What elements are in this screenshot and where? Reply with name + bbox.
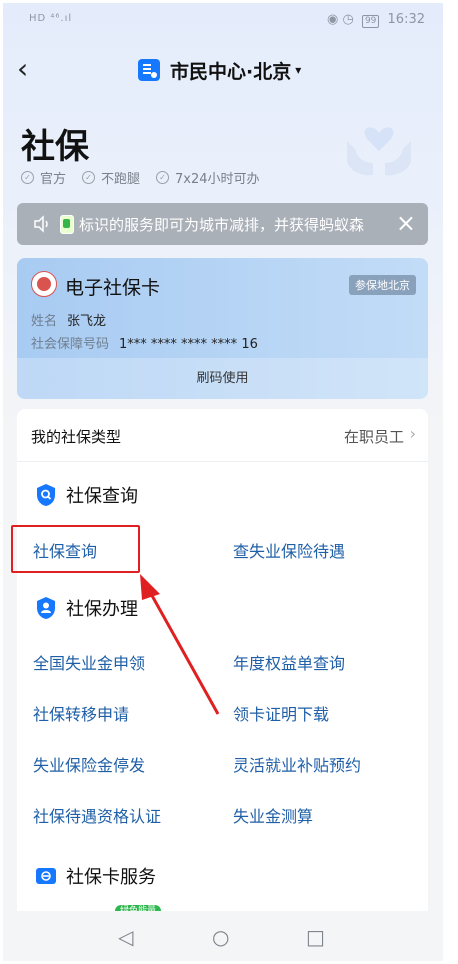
section-handle-header: 社保办理 (35, 596, 138, 620)
phone-screen: HD ⁴⁶.ıl ◉ ◷ 99 16:32 ‹ 市民中心·北京 ▾ 社保 ✓ 官方… (3, 3, 443, 961)
section-handle-title: 社保办理 (66, 599, 138, 620)
card-logo-icon (31, 271, 57, 297)
card-id-row: 社会保障号码 1*** **** **** **** 16 (31, 333, 258, 352)
alarm-icon: ◷ (342, 12, 354, 27)
badge-24h: ✓ 7x24小时可办 (156, 168, 260, 187)
close-icon[interactable]: × (396, 209, 416, 237)
badge-no-errand: ✓ 不跑腿 (82, 168, 140, 187)
card-service-icon (36, 868, 56, 884)
link-unemployment-calculator[interactable]: 失业金测算 (233, 803, 313, 827)
card-name-row: 姓名 张飞龙 (31, 310, 106, 329)
chevron-right-icon: › (409, 424, 416, 443)
shield-search-icon (37, 484, 55, 506)
shield-person-icon (37, 597, 55, 619)
link-social-transfer[interactable]: 社保转移申请 (33, 701, 129, 725)
battery-indicator: 99 (361, 15, 380, 28)
caret-down-icon: ▾ (295, 63, 302, 77)
social-type-value: 在职员工 (343, 428, 404, 446)
nav-home-icon[interactable]: ○ (212, 925, 229, 949)
nav-title: 市民中心·北京 (170, 60, 292, 83)
status-bar: HD ⁴⁶.ıl ◉ ◷ 99 16:32 (3, 3, 443, 37)
citizen-center-icon (138, 59, 160, 81)
service-badges: ✓ 官方 ✓ 不跑腿 ✓ 7x24小时可办 (21, 168, 276, 187)
notice-banner[interactable]: 标识的服务即可为城市减排，并获得蚂蚁森 × (17, 203, 428, 245)
services-panel: 我的社保类型 在职员工 › 社保查询 社保查询 查失业保险待遇 社保办理 全国失… (17, 409, 428, 961)
check-circle-icon: ✓ (156, 171, 170, 184)
section-card-service-header: 社保卡服务 (35, 864, 156, 888)
id-label: 社会保障号码 (31, 337, 110, 352)
link-unemployment-stop[interactable]: 失业保险金停发 (33, 752, 145, 776)
social-security-card[interactable]: 电子社保卡 参保地北京 姓名 张飞龙 社会保障号码 1*** **** **** *… (17, 258, 428, 399)
check-circle-icon: ✓ (21, 171, 34, 184)
city-selector[interactable]: 市民中心·北京 ▾ (138, 57, 301, 83)
social-type-label: 我的社保类型 (31, 428, 122, 446)
notice-text: 标识的服务即可为城市减排，并获得蚂蚁森 (79, 216, 365, 234)
hands-heart-icon (347, 127, 411, 176)
eye-icon: ◉ (326, 12, 339, 27)
id-value: 1*** **** **** **** 16 (119, 337, 258, 352)
nav-back-icon[interactable]: ◁ (118, 925, 133, 949)
top-nav: ‹ 市民中心·北京 ▾ (3, 47, 443, 93)
link-benefit-qualification[interactable]: 社保待遇资格认证 (33, 803, 161, 827)
social-type-row[interactable]: 我的社保类型 在职员工 › (17, 409, 428, 462)
section-card-service-title: 社保卡服务 (66, 867, 156, 888)
speaker-icon (34, 215, 48, 233)
card-title: 电子社保卡 (65, 277, 161, 299)
back-icon[interactable]: ‹ (17, 55, 28, 83)
link-flexible-employment-subsidy[interactable]: 灵活就业补贴预约 (233, 752, 361, 776)
status-right: ◉ ◷ 99 16:32 (327, 12, 425, 28)
page-title: 社保 (21, 127, 89, 167)
nav-recent-icon[interactable]: □ (306, 925, 325, 949)
insured-location-tag: 参保地北京 (349, 275, 416, 295)
badge-official: ✓ 官方 (21, 168, 66, 187)
link-card-certificate-download[interactable]: 领卡证明下载 (233, 701, 329, 725)
clock: 16:32 (387, 12, 425, 27)
link-unemployment-benefit-query[interactable]: 查失业保险待遇 (233, 538, 345, 562)
name-value: 张飞龙 (67, 314, 107, 329)
system-nav-bar: ◁ ○ □ (3, 911, 443, 961)
check-circle-icon: ✓ (82, 171, 96, 184)
highlight-box (11, 525, 140, 573)
name-label: 姓名 (31, 314, 58, 329)
section-query-title: 社保查询 (66, 486, 138, 507)
signal-indicator: HD ⁴⁶.ıl (29, 13, 73, 24)
section-query-header: 社保查询 (35, 483, 138, 507)
link-national-unemployment-claim[interactable]: 全国失业金申领 (33, 650, 145, 674)
scan-code-button[interactable]: 刷码使用 (17, 358, 428, 399)
link-annual-rights-statement[interactable]: 年度权益单查询 (233, 650, 345, 674)
green-energy-icon (60, 215, 74, 234)
